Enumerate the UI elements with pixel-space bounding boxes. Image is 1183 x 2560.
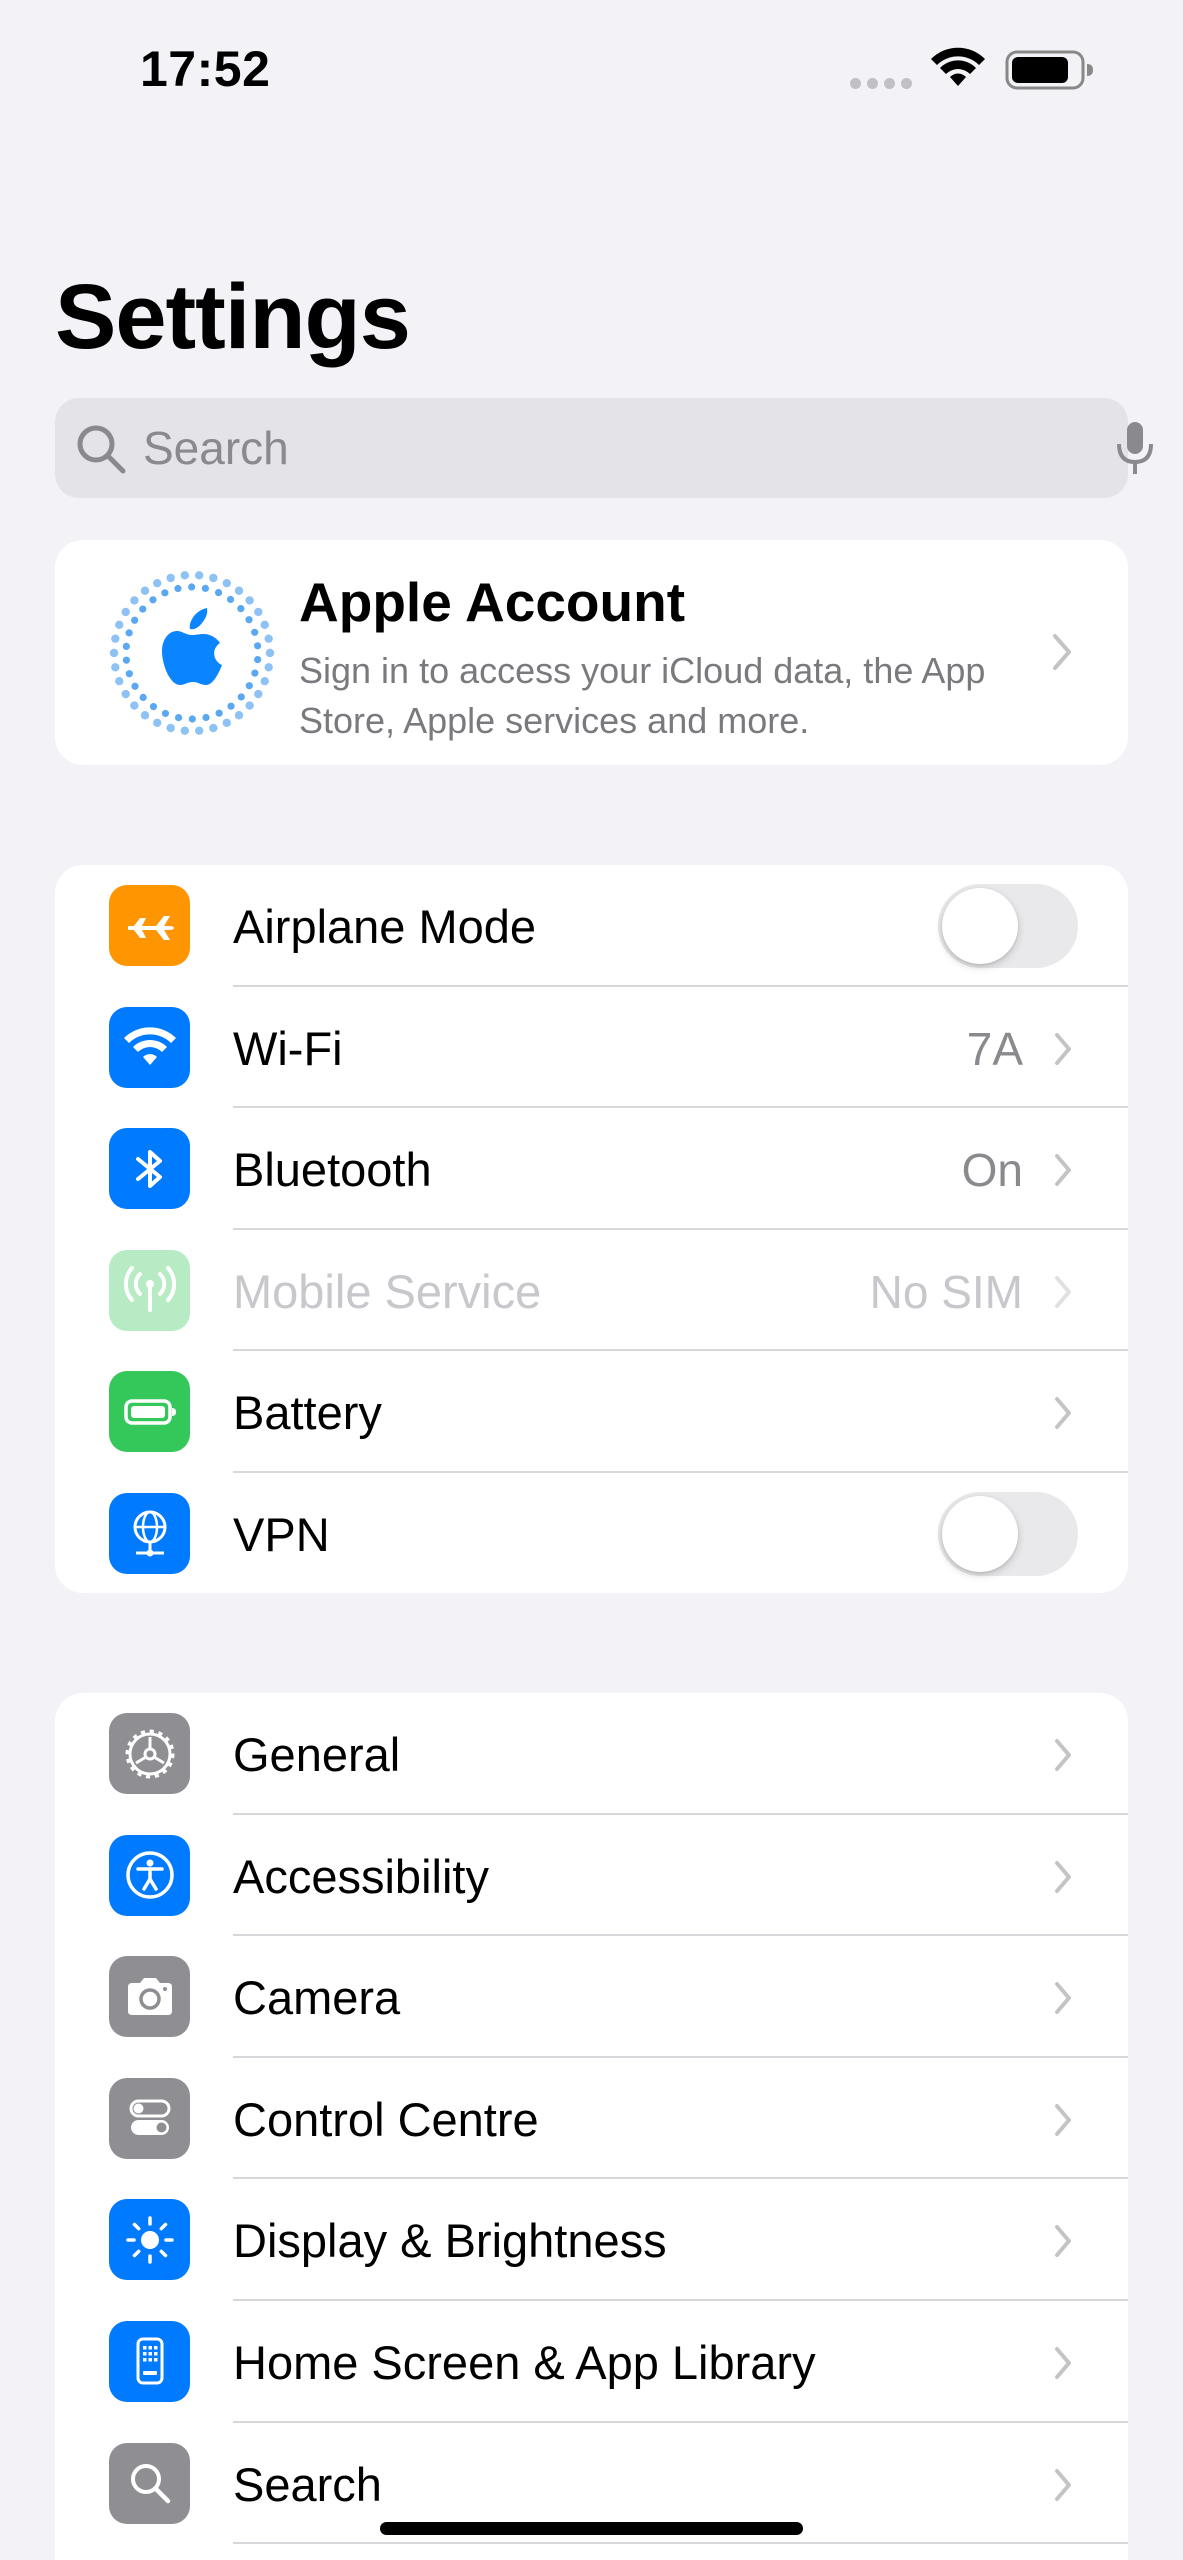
chevron-right-icon (1055, 1739, 1071, 1771)
status-bar: 17:52 (0, 0, 1183, 140)
chevron-right-icon (1055, 1154, 1071, 1187)
account-subtitle: Sign in to access your iCloud data, the … (299, 650, 986, 741)
chevron-right-icon (1055, 2468, 1071, 2501)
battery-icon (109, 1371, 190, 1453)
cellular-signal-icon (850, 78, 912, 89)
row-label: Battery (233, 1386, 382, 1440)
sun-icon (109, 2199, 190, 2281)
chevron-right-icon (1055, 2103, 1071, 2136)
chevron-right-icon (1053, 634, 1071, 670)
general-group: General Accessibility Camera Control Cen… (55, 1693, 1128, 2560)
search-input[interactable] (143, 412, 1043, 484)
settings-row-wifi[interactable]: Wi-Fi 7A (55, 987, 1128, 1109)
account-title: Apple Account (299, 571, 686, 633)
chevron-right-icon (1055, 1982, 1071, 2015)
phone-grid-icon (109, 2320, 190, 2402)
settings-row-camera[interactable]: Camera (55, 1936, 1128, 2058)
settings-row-control-centre[interactable]: Control Centre (55, 2058, 1128, 2180)
wifi-status-icon (931, 47, 985, 86)
row-label: Bluetooth (233, 1143, 432, 1197)
settings-row-vpn[interactable]: VPN (55, 1473, 1128, 1593)
magnifier-icon (109, 2442, 190, 2524)
settings-row-bluetooth[interactable]: Bluetooth On (55, 1108, 1128, 1230)
settings-row-home-screen[interactable]: Home Screen & App Library (55, 2301, 1128, 2423)
row-label: Search (233, 2457, 382, 2511)
settings-row-battery[interactable]: Battery (55, 1351, 1128, 1473)
apple-account-card[interactable]: Apple Account Sign in to access your iCl… (55, 540, 1128, 765)
row-label: Airplane Mode (233, 900, 537, 953)
home-indicator[interactable] (380, 2522, 803, 2535)
chevron-right-icon (1055, 2346, 1071, 2379)
page-title: Settings (55, 266, 411, 368)
antenna-icon (109, 1249, 190, 1331)
chevron-right-icon (1055, 1397, 1071, 1430)
row-label: General (233, 1728, 401, 1781)
search-icon (77, 425, 126, 474)
camera-icon (109, 1956, 190, 2038)
switches-icon (109, 2077, 190, 2159)
settings-row-mobile-service[interactable]: Mobile Service No SIM (55, 1230, 1128, 1352)
accessibility-icon (109, 1834, 190, 1916)
row-label: VPN (233, 1507, 330, 1561)
chevron-right-icon (1055, 1275, 1071, 1308)
row-value: 7A (966, 1022, 1023, 1075)
airplane-icon (109, 885, 190, 966)
chevron-right-icon (1055, 2225, 1071, 2258)
status-time: 17:52 (140, 41, 271, 97)
row-label: Display & Brightness (233, 2214, 667, 2268)
connectivity-group: Airplane Mode Wi-Fi 7A Bluetooth On Mobi… (55, 865, 1128, 1593)
chevron-right-icon (1055, 1860, 1071, 1893)
apple-logo-icon (109, 571, 275, 735)
gear-icon (109, 1713, 190, 1794)
row-label: Control Centre (233, 2092, 539, 2146)
settings-row-general[interactable]: General (55, 1693, 1128, 1815)
chevron-right-icon (1055, 1032, 1071, 1065)
row-value: No SIM (869, 1265, 1023, 1318)
battery-status-icon (1005, 50, 1093, 90)
airplane-mode-toggle[interactable] (938, 884, 1078, 968)
settings-row-accessibility[interactable]: Accessibility (55, 1815, 1128, 1937)
wifi-icon (109, 1006, 190, 1088)
row-value: On (961, 1144, 1023, 1197)
bluetooth-icon (109, 1128, 190, 1210)
globe-icon (109, 1492, 190, 1574)
microphone-icon[interactable] (1115, 420, 1155, 476)
row-label: Camera (233, 1971, 401, 2025)
row-label: Wi-Fi (233, 1021, 343, 1075)
row-label: Home Screen & App Library (233, 2335, 816, 2389)
row-label: Accessibility (233, 1849, 489, 1903)
vpn-toggle[interactable] (938, 1491, 1078, 1576)
row-label: Mobile Service (233, 1264, 542, 1318)
search-bar[interactable] (55, 398, 1153, 498)
settings-row-airplane-mode[interactable]: Airplane Mode (55, 865, 1128, 987)
settings-row-display-brightness[interactable]: Display & Brightness (55, 2179, 1128, 2301)
